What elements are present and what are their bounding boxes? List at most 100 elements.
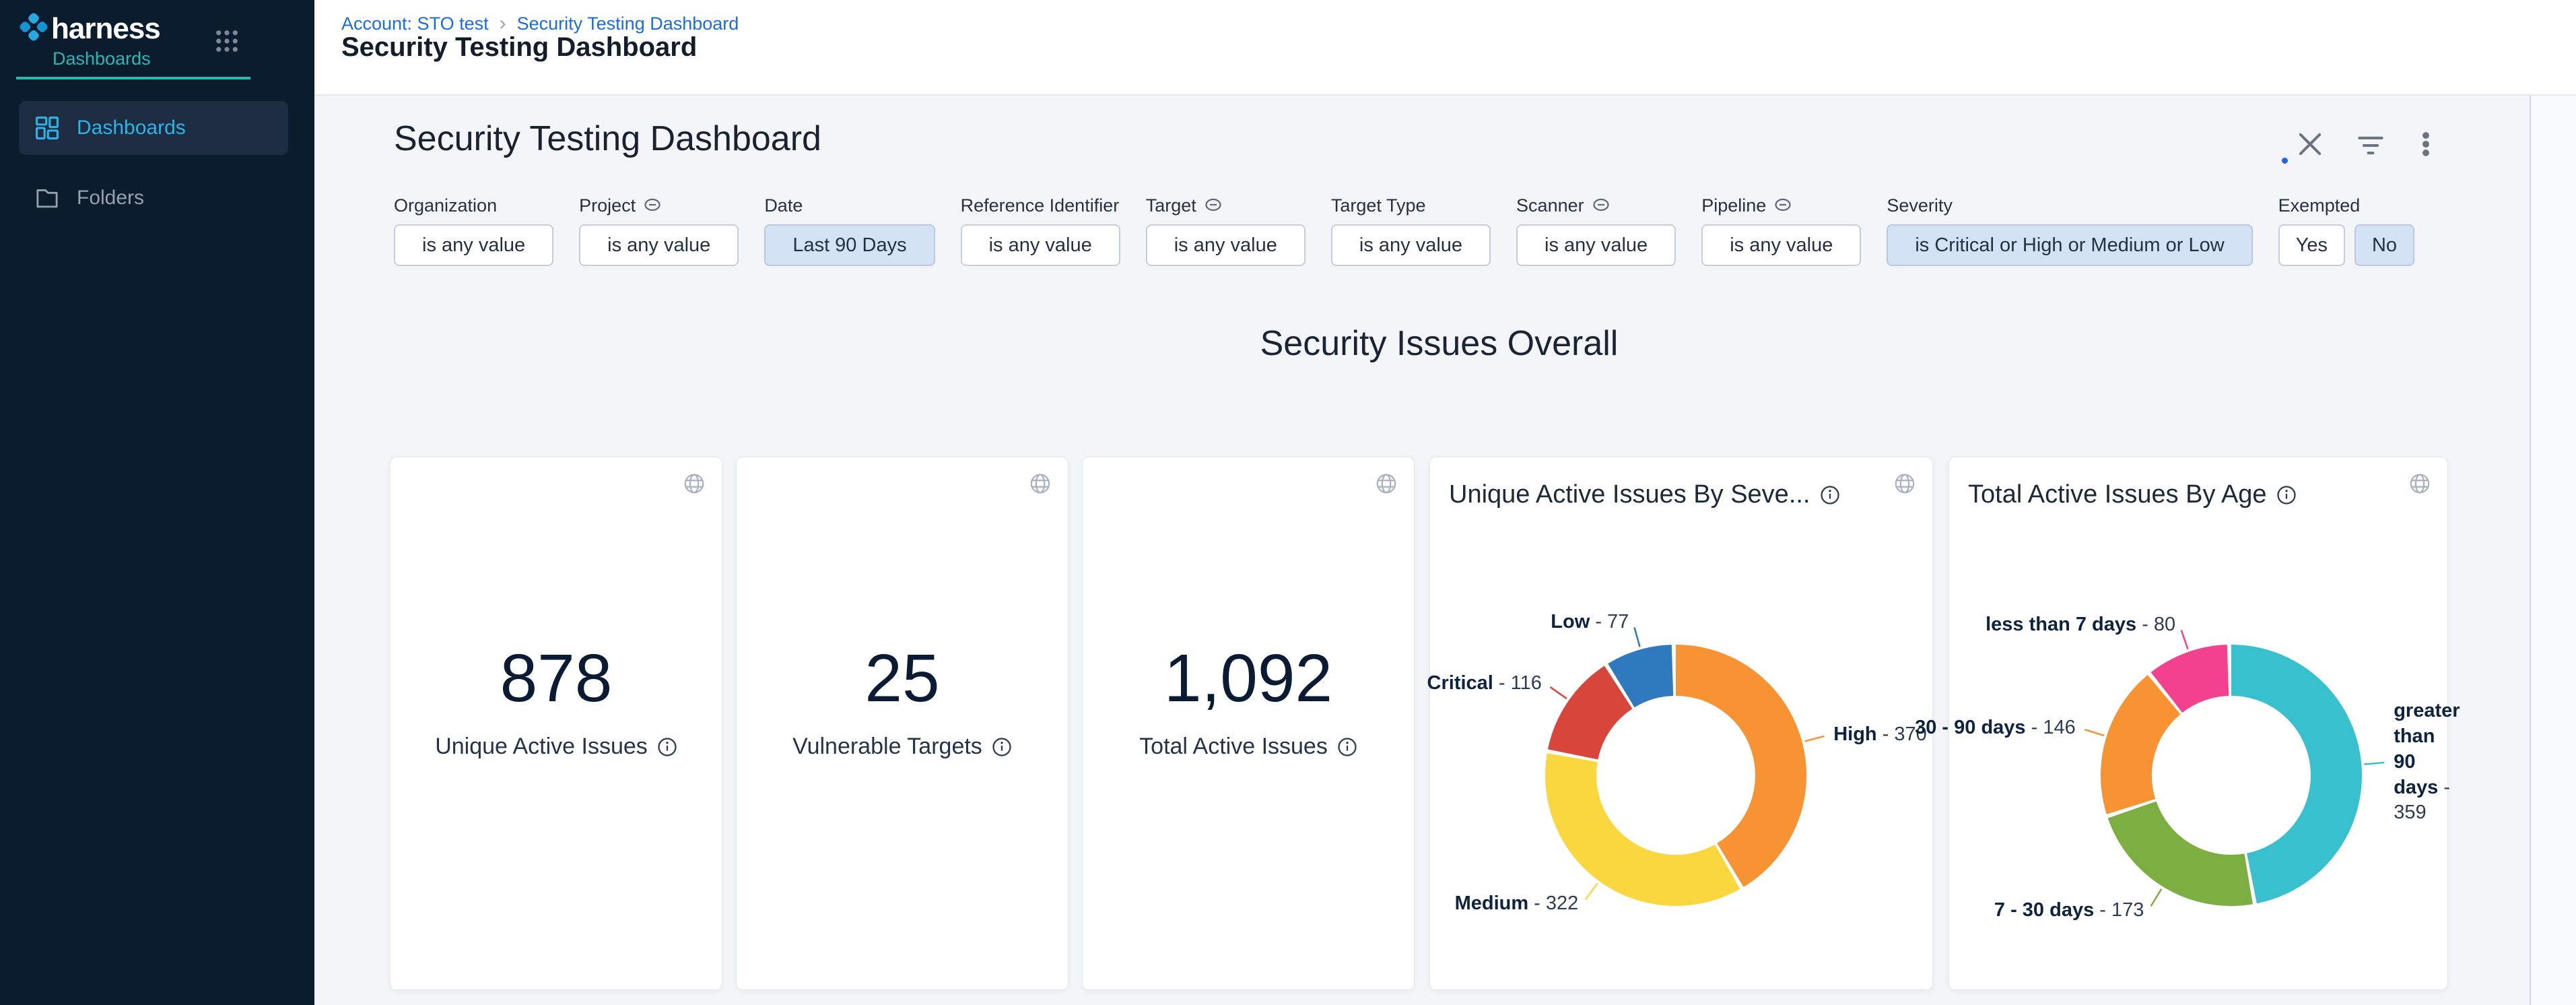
filter-value-button-scanner[interactable]: is any value [1516, 224, 1676, 266]
breadcrumb: Account: STO test › Security Testing Das… [341, 12, 739, 35]
donut-svg [1430, 538, 1932, 990]
filter-target-type: Target Type is any value [1331, 195, 1491, 266]
stat-label: Total Active Issues [1139, 734, 1328, 760]
filter-pipeline: Pipeline is any value [1701, 195, 1861, 266]
apps-grid-icon[interactable] [214, 28, 240, 54]
label-connector [2084, 730, 2104, 736]
chart-card-issues-by-severity: Unique Active Issues By Seve... High - 3… [1429, 457, 1933, 990]
slice-label-critical: Critical - 116 [1427, 672, 1542, 697]
info-icon[interactable] [2276, 485, 2297, 505]
sidebar-item-label: Folders [77, 187, 144, 209]
more-menu-icon[interactable] [2412, 131, 2439, 161]
brand-name: harness [51, 12, 160, 46]
filter-label: Scanner [1516, 195, 1676, 216]
filter-value-button-pipeline[interactable]: is any value [1701, 224, 1861, 266]
donut-chart-age: greater than 90 days - 3597 - 30 days - … [1949, 538, 2447, 990]
label-connector [1550, 687, 1567, 699]
stat-label: Unique Active Issues [435, 734, 648, 760]
slice-label-low: Low - 77 [1551, 610, 1629, 635]
filter-severity: Severity is Critical or High or Medium or… [1887, 195, 2252, 266]
exempted-yes-button[interactable]: Yes [2278, 224, 2345, 266]
link-icon [1774, 195, 1792, 216]
label-connector [2181, 630, 2188, 649]
label-connector [2364, 763, 2384, 764]
chart-card-issues-by-age: Total Active Issues By Age greater than … [1948, 457, 2448, 990]
link-icon [644, 195, 661, 216]
chart-title: Total Active Issues By Age [1968, 480, 2267, 509]
filter-icon[interactable] [2357, 132, 2384, 162]
stat-value: 878 [391, 645, 722, 712]
chart-title: Unique Active Issues By Seve... [1449, 480, 1810, 509]
panel-right-divider [2530, 96, 2531, 1005]
filter-value-button-severity[interactable]: is Critical or High or Medium or Low [1887, 224, 2252, 266]
filter-label: Target [1146, 195, 1306, 216]
globe-icon [1029, 472, 1052, 498]
dashboard-page: Security Testing Dashboard Organization i… [314, 96, 2576, 1005]
info-icon[interactable] [657, 737, 677, 757]
brand-underline [16, 77, 250, 79]
label-connector [1634, 627, 1639, 647]
filter-value-button-organization[interactable]: is any value [394, 224, 553, 266]
globe-icon [1893, 472, 1916, 498]
slice-label-high: High - 370 [1833, 722, 1927, 748]
filter-label: Date [764, 195, 935, 216]
filter-label: Project [579, 195, 739, 216]
sidebar-item-label: Dashboards [77, 117, 186, 139]
section-title: Security Issues Overall [390, 323, 2488, 364]
stat-label: Vulnerable Targets [792, 734, 982, 760]
sidebar-item-folders[interactable]: Folders [19, 171, 288, 225]
slice-label-less-than-7-days: less than 7 days - 80 [1986, 612, 2175, 638]
filter-project: Project is any value [579, 195, 739, 266]
filter-label: Exempted [2278, 195, 2414, 216]
filter-organization: Organization is any value [394, 195, 553, 266]
info-icon[interactable] [1820, 485, 1840, 505]
folder-icon [35, 186, 59, 210]
stat-value: 1,092 [1083, 645, 1414, 712]
label-connector [1804, 736, 1824, 742]
globe-icon [683, 472, 706, 498]
dashboard-title: Security Testing Dashboard [394, 119, 821, 159]
sidebar-item-dashboards[interactable]: Dashboards [19, 101, 288, 155]
stat-card-unique-active-issues: 878 Unique Active Issues [390, 457, 722, 990]
filter-value-button-target-type[interactable]: is any value [1331, 224, 1491, 266]
filter-label: Organization [394, 195, 553, 216]
info-icon[interactable] [992, 737, 1012, 757]
filter-bar: Organization is any value Project is any va… [394, 195, 2440, 266]
cursor-dot [2282, 158, 2288, 164]
filter-reference-identifier: Reference Identifier is any value [961, 195, 1120, 266]
filter-target: Target is any value [1146, 195, 1306, 266]
page-title: Security Testing Dashboard [341, 32, 697, 63]
breadcrumb-separator-icon: › [500, 12, 506, 35]
link-icon [1592, 195, 1610, 216]
slice-label-medium: Medium - 322 [1455, 891, 1579, 917]
slice-label-greater-than-90-days: greater than 90 days - 359 [2394, 699, 2460, 825]
filter-exempted: Exempted YesNo [2278, 195, 2414, 266]
scrollbar-track[interactable] [2531, 96, 2576, 1005]
slice-label-7-30-days: 7 - 30 days - 173 [1994, 898, 2144, 923]
sidebar-nav: Dashboards Folders [0, 101, 314, 241]
filter-label: Severity [1887, 195, 2252, 216]
filter-date: Date Last 90 Days [764, 195, 935, 266]
label-connector [1586, 883, 1598, 899]
filter-label: Target Type [1331, 195, 1491, 216]
slice-label-30-90-days: 30 - 90 days - 146 [1915, 715, 2076, 741]
stat-card-vulnerable-targets: 25 Vulnerable Targets [736, 457, 1069, 990]
filter-label: Reference Identifier [961, 195, 1120, 216]
close-icon[interactable] [2297, 131, 2324, 161]
filter-label: Pipeline [1701, 195, 1861, 216]
filter-scanner: Scanner is any value [1516, 195, 1676, 266]
breadcrumb-page-link[interactable]: Security Testing Dashboard [517, 13, 739, 34]
info-icon[interactable] [1337, 737, 1357, 757]
dashboards-icon [35, 116, 59, 140]
filter-value-button-project[interactable]: is any value [579, 224, 739, 266]
top-header: Account: STO test › Security Testing Das… [314, 0, 2576, 96]
brand-product: Dashboards [53, 48, 151, 69]
globe-icon [1375, 472, 1398, 498]
filter-value-button-target[interactable]: is any value [1146, 224, 1306, 266]
filter-value-button-date[interactable]: Last 90 Days [764, 224, 935, 266]
breadcrumb-account-link[interactable]: Account: STO test [341, 13, 489, 34]
label-connector [2151, 889, 2162, 907]
filter-value-button-reference-identifier[interactable]: is any value [961, 224, 1120, 266]
stat-card-total-active-issues: 1,092 Total Active Issues [1082, 457, 1415, 990]
exempted-no-button[interactable]: No [2354, 224, 2414, 266]
